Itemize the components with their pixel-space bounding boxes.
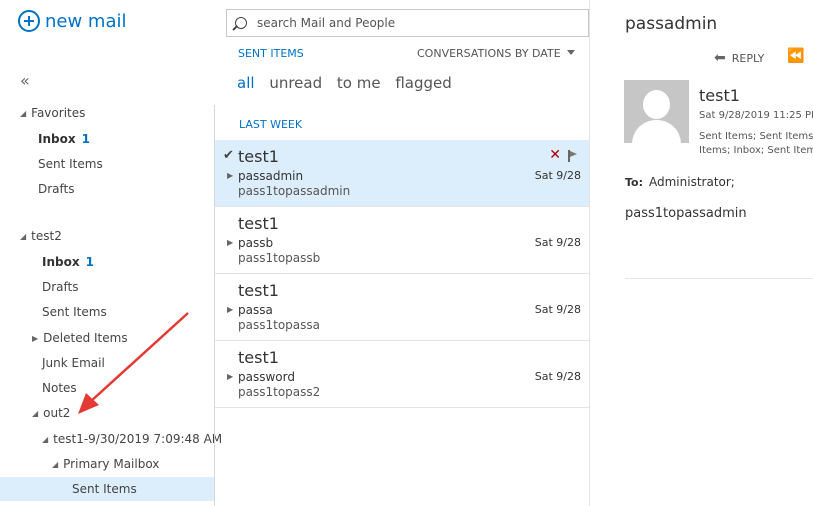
filter-bar: all unread to me flagged xyxy=(237,74,462,92)
conversation-title: passadmin xyxy=(625,14,718,34)
search-placeholder: search Mail and People xyxy=(257,16,396,30)
archive-sent-items-folder[interactable]: Sent Items xyxy=(0,477,214,501)
message-folders: Sent Items; Sent Items; Items; Inbox; Se… xyxy=(699,130,813,158)
sort-dropdown[interactable]: CONVERSATIONS BY DATE xyxy=(417,47,575,60)
account-label: test2 xyxy=(31,229,62,243)
folders-line: Sent Items; Sent Items; xyxy=(699,131,813,142)
message-date: Sat 9/28 xyxy=(534,169,581,182)
inbox-folder[interactable]: Inbox 1 xyxy=(42,251,94,273)
expand-conversation-icon[interactable]: ▶ xyxy=(227,171,233,180)
chevron-down-icon xyxy=(566,50,575,55)
expanded-triangle-icon: ◢ xyxy=(52,460,59,469)
account-test2[interactable]: ◢ test2 xyxy=(20,225,62,247)
person-icon-body xyxy=(632,120,681,143)
expanded-triangle-icon: ◢ xyxy=(32,409,39,418)
message-row[interactable]: test1 ▶ password Sat 9/28 pass1topass2 xyxy=(215,341,589,408)
reading-pane-divider xyxy=(589,0,590,506)
filter-unread[interactable]: unread xyxy=(269,74,322,92)
delete-icon[interactable]: ✕ xyxy=(549,147,561,163)
folder-pane: new mail « ◢ Favorites Inbox 1 Sent Items … xyxy=(0,0,222,506)
sent-items-folder[interactable]: Sent Items xyxy=(42,301,107,323)
message-date: Sat 9/28 xyxy=(534,303,581,316)
archive-label: test1-9/30/2019 7:09:48 AM xyxy=(53,432,223,446)
expand-conversation-icon[interactable]: ▶ xyxy=(227,372,233,381)
expand-conversation-icon[interactable]: ▶ xyxy=(227,238,233,247)
message-row[interactable]: test1 ▶ passb Sat 9/28 pass1topassb xyxy=(215,207,589,274)
person-icon xyxy=(643,90,670,119)
deleted-items-folder[interactable]: ▶ Deleted Items xyxy=(32,327,128,349)
reply-button[interactable]: ⬅ REPLY xyxy=(714,50,764,66)
group-header: LAST WEEK xyxy=(239,118,303,131)
favorites-header[interactable]: ◢ Favorites xyxy=(20,102,85,124)
message-from: passb xyxy=(238,236,274,250)
collapsed-triangle-icon: ▶ xyxy=(32,334,39,343)
message-date: Sat 9/28 xyxy=(534,370,581,383)
message-from: password xyxy=(238,370,295,384)
filter-flagged[interactable]: flagged xyxy=(395,74,451,92)
expanded-triangle-icon: ◢ xyxy=(20,232,27,241)
archive-folder[interactable]: ◢ test1-9/30/2019 7:09:48 AM xyxy=(42,428,222,450)
plus-icon xyxy=(18,10,40,32)
fav-inbox[interactable]: Inbox 1 xyxy=(38,128,90,150)
message-from: passa xyxy=(238,303,273,317)
primary-mailbox-folder[interactable]: ◢ Primary Mailbox xyxy=(52,453,159,475)
message-subject: test1 xyxy=(238,214,279,233)
primary-mailbox-label: Primary Mailbox xyxy=(63,457,160,471)
fav-inbox-label: Inbox xyxy=(38,132,76,146)
reply-icon: ⬅ xyxy=(714,50,726,66)
inbox-label: Inbox xyxy=(42,255,80,269)
message-preview: pass1topassadmin xyxy=(238,184,351,198)
filter-all[interactable]: all xyxy=(237,74,255,92)
message-preview: pass1topassa xyxy=(238,318,320,332)
message-row[interactable]: test1 ▶ passa Sat 9/28 pass1topassa xyxy=(215,274,589,341)
out2-label: out2 xyxy=(43,406,71,420)
search-input[interactable]: search Mail and People xyxy=(226,9,589,37)
to-label: To: xyxy=(625,176,643,189)
message-preview: pass1topass2 xyxy=(238,385,321,399)
unread-count: 1 xyxy=(85,255,94,269)
message-subject: test1 xyxy=(238,281,279,300)
message-row[interactable]: ✔ test1 ✕ ▶ passadmin Sat 9/28 pass1topa… xyxy=(215,140,589,207)
message-date: Sat 9/28 xyxy=(534,236,581,249)
flag-icon[interactable] xyxy=(568,150,578,162)
message-from: passadmin xyxy=(238,169,304,183)
reply-all-button[interactable]: ⏪ xyxy=(787,48,804,64)
folders-line: Items; Inbox; Sent Items xyxy=(699,145,813,156)
sender-name[interactable]: test1 xyxy=(699,86,740,105)
reading-divider xyxy=(625,278,813,279)
expanded-triangle-icon: ◢ xyxy=(20,109,27,118)
filter-to-me[interactable]: to me xyxy=(337,74,381,92)
reply-label: REPLY xyxy=(731,51,765,65)
message-body: pass1topassadmin xyxy=(625,206,747,221)
expanded-triangle-icon: ◢ xyxy=(42,435,49,444)
fav-drafts[interactable]: Drafts xyxy=(38,178,75,200)
new-mail-label: new mail xyxy=(45,10,127,32)
new-mail-button[interactable]: new mail xyxy=(18,10,127,32)
sent-date: Sat 9/28/2019 11:25 PM xyxy=(699,110,813,121)
unread-count: 1 xyxy=(81,132,90,146)
favorites-label: Favorites xyxy=(31,106,86,120)
out2-folder[interactable]: ◢ out2 xyxy=(32,402,70,424)
search-icon xyxy=(235,17,247,29)
notes-folder[interactable]: Notes xyxy=(42,377,77,399)
sort-label: CONVERSATIONS BY DATE xyxy=(417,47,561,60)
check-icon: ✔ xyxy=(223,148,234,163)
deleted-items-label: Deleted Items xyxy=(43,331,128,345)
junk-email-folder[interactable]: Junk Email xyxy=(42,352,105,374)
to-recipient[interactable]: Administrator; xyxy=(649,175,735,189)
avatar xyxy=(624,80,689,143)
expand-conversation-icon[interactable]: ▶ xyxy=(227,305,233,314)
fav-sent-items[interactable]: Sent Items xyxy=(38,153,103,175)
current-folder-title: SENT ITEMS xyxy=(238,47,304,60)
message-subject: test1 xyxy=(238,147,279,166)
message-preview: pass1topassb xyxy=(238,251,321,265)
collapse-pane-button[interactable]: « xyxy=(20,71,30,90)
reply-all-icon: ⏪ xyxy=(787,48,805,64)
message-subject: test1 xyxy=(238,348,279,367)
drafts-folder[interactable]: Drafts xyxy=(42,276,79,298)
